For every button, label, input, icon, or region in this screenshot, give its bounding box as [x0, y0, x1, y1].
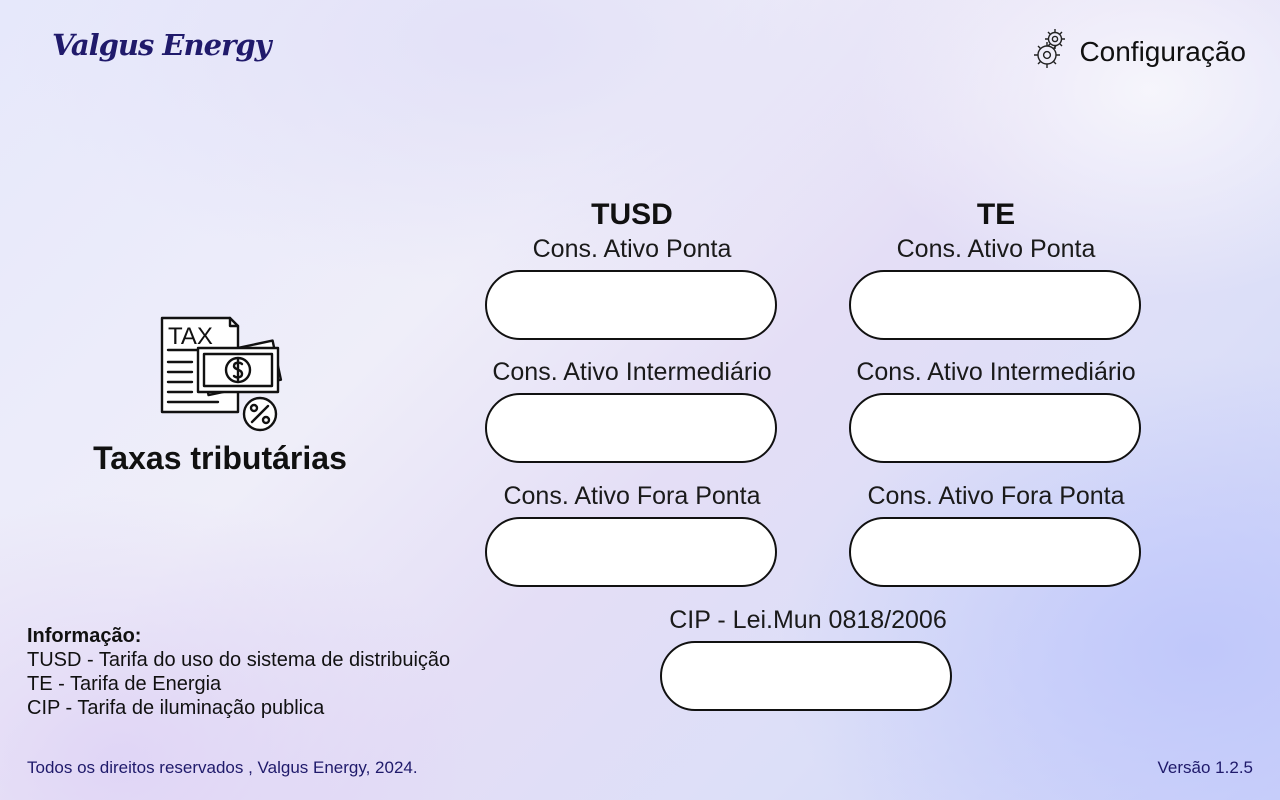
te-ponta-label: Cons. Ativo Ponta [896, 235, 1096, 263]
te-intermediario-label: Cons. Ativo Intermediário [856, 358, 1136, 386]
tusd-intermediario-label: Cons. Ativo Intermediário [492, 358, 772, 386]
te-fora-ponta-input[interactable] [849, 517, 1141, 587]
app-logo: Valgus Energy [52, 28, 271, 62]
tusd-ponta-input[interactable] [485, 270, 777, 340]
te-fora-ponta-label: Cons. Ativo Fora Ponta [867, 482, 1125, 510]
version-label: Versão 1.2.5 [1157, 758, 1253, 777]
info-block: Informação: TUSD - Tarifa do uso do sist… [27, 624, 450, 720]
cip-input[interactable] [660, 641, 952, 711]
tusd-fora-ponta-label: Cons. Ativo Fora Ponta [503, 482, 761, 510]
te-intermediario-input[interactable] [849, 393, 1141, 463]
tusd-fora-ponta-input[interactable] [485, 517, 777, 587]
gears-icon [1033, 26, 1073, 77]
section-title: Taxas tributárias [93, 440, 347, 476]
te-ponta-input[interactable] [849, 270, 1141, 340]
info-line-tusd: TUSD - Tarifa do uso do sistema de distr… [27, 649, 451, 671]
tax-icon-text: TAX [168, 323, 213, 350]
tusd-ponta-label: Cons. Ativo Ponta [532, 235, 732, 263]
tusd-intermediario-input[interactable] [485, 393, 777, 463]
tusd-heading: TUSD [591, 198, 673, 231]
info-title: Informação: [27, 625, 142, 647]
te-heading: TE [976, 198, 1016, 231]
cip-label: CIP - Lei.Mun 0818/2006 [669, 606, 947, 634]
info-line-cip: CIP - Tarifa de iluminação publica [27, 697, 325, 719]
info-line-te: TE - Tarifa de Energia [27, 673, 222, 695]
config-button[interactable]: Configuração [1033, 26, 1246, 77]
footer-copyright: Todos os direitos reservados , Valgus En… [27, 758, 418, 777]
tax-document-icon: TAX [158, 314, 284, 439]
config-label: Configuração [1079, 35, 1246, 67]
